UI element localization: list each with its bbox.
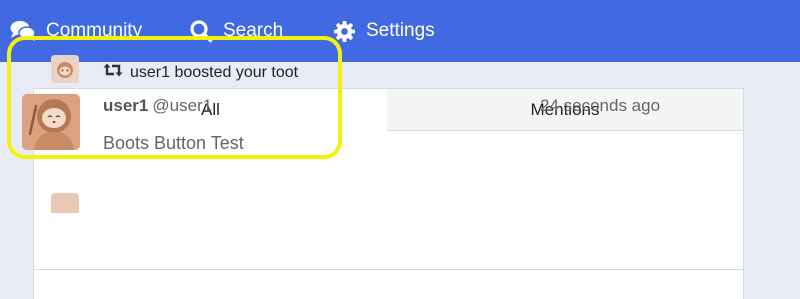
next-item-avatar[interactable] <box>51 193 79 213</box>
top-navigation-bar: Community Search Settings <box>0 0 800 62</box>
gear-icon <box>333 20 356 43</box>
nav-settings[interactable]: Settings <box>333 0 435 62</box>
nav-settings-label: Settings <box>366 20 435 41</box>
author-handle[interactable]: @user1 <box>152 96 212 115</box>
notifications-panel: All Mentions <box>33 88 744 299</box>
booster-avatar[interactable] <box>51 55 79 83</box>
search-icon <box>189 19 213 43</box>
nav-search-label: Search <box>223 20 284 41</box>
author-line: user1 @user1 <box>103 96 212 116</box>
retweet-icon <box>103 62 130 83</box>
timestamp[interactable]: 24 seconds ago <box>540 96 660 116</box>
author-display-name[interactable]: user1 <box>103 96 148 115</box>
boost-text: user1 boosted your toot <box>130 63 299 81</box>
toot-content: Boots Button Test <box>103 133 244 153</box>
nav-search[interactable]: Search <box>189 0 283 62</box>
comments-icon <box>10 20 36 42</box>
nav-community[interactable]: Community <box>10 0 142 62</box>
boost-line: user1 boosted your toot <box>103 62 298 83</box>
nav-community-label: Community <box>46 20 143 41</box>
author-avatar[interactable] <box>22 94 80 150</box>
